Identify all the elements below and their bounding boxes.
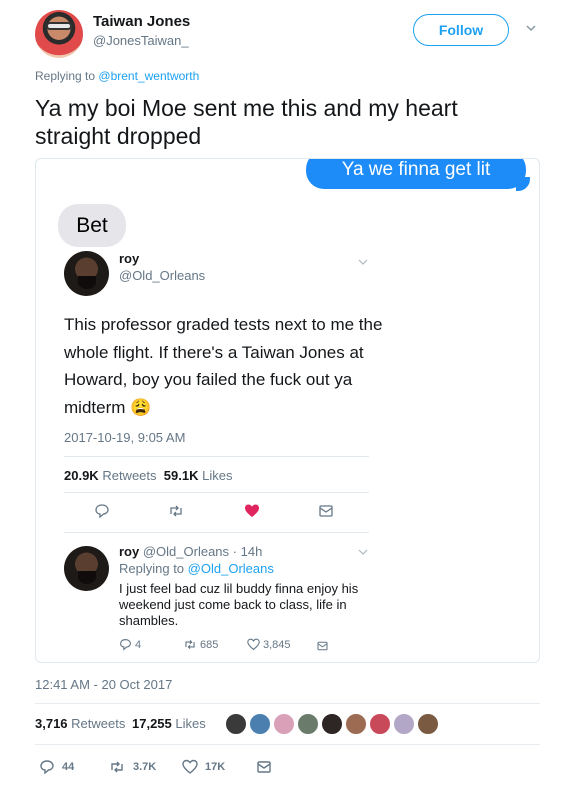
reply-count: 44	[62, 761, 75, 773]
reply-author-avatar	[64, 546, 109, 591]
retweets-count: 3,716	[35, 716, 68, 731]
heart-icon	[245, 504, 259, 517]
retweet-icon	[185, 640, 195, 649]
liker-avatar[interactable]	[272, 712, 296, 736]
quoted-author-name: roy	[119, 251, 140, 266]
retweet-icon	[170, 505, 182, 517]
direct-message-icon	[257, 761, 271, 773]
sunglasses-graphic	[46, 22, 72, 30]
like-action[interactable]: 17K	[182, 759, 225, 775]
reply-like-count: 3,845	[263, 638, 291, 651]
retweets-label: Retweets	[71, 716, 126, 731]
divider	[64, 456, 369, 457]
quoted-likes-label: Likes	[202, 468, 233, 483]
retweets-stat[interactable]: 3,716 Retweets	[35, 716, 125, 731]
reply-time: · 14h	[232, 544, 263, 559]
reply-like-action: 3,845	[247, 638, 291, 651]
replying-prefix: Replying to	[35, 69, 96, 83]
quoted-tweet-body: This professor graded tests next to me t…	[64, 315, 383, 417]
reply-author-name: roy	[119, 544, 140, 559]
author-avatar[interactable]	[35, 10, 83, 58]
direct-message-action[interactable]	[256, 759, 272, 775]
chevron-down-icon	[358, 259, 368, 265]
follow-button[interactable]: Follow	[413, 14, 509, 46]
reply-reply-action: 4	[119, 638, 141, 651]
tweet-text: Ya my boi Moe sent me this and my heart …	[35, 95, 458, 149]
liker-avatar[interactable]	[320, 712, 344, 736]
reply-icon	[40, 760, 54, 775]
imessage-sent-bubble: Ya we finna get lit	[306, 159, 526, 189]
reply-author-line: roy @Old_Orleans · 14h	[119, 544, 262, 559]
author-handle[interactable]: @JonesTaiwan_	[93, 33, 189, 48]
quoted-retweets-label: Retweets	[102, 468, 157, 483]
liker-avatar[interactable]	[416, 712, 440, 736]
liker-avatar[interactable]	[248, 712, 272, 736]
retweet-count: 3.7K	[133, 761, 157, 773]
chevron-down-icon[interactable]	[525, 22, 537, 34]
reply-icon	[95, 504, 109, 519]
likes-count: 17,255	[132, 716, 172, 731]
quoted-tweet-text: This professor graded tests next to me t…	[64, 311, 384, 421]
likers-avatars	[224, 712, 440, 736]
direct-message-icon	[317, 641, 328, 651]
quoted-likes-count: 59.1K	[163, 468, 199, 483]
liker-avatar[interactable]	[368, 712, 392, 736]
quoted-tweet-stats: 20.9K Retweets 59.1K Likes	[64, 468, 232, 483]
reply-retweet-action: 685	[183, 638, 218, 651]
like-count: 17K	[205, 761, 226, 773]
heart-outline-icon	[182, 759, 198, 774]
chevron-down-icon	[358, 549, 368, 555]
reply-icon	[120, 639, 131, 651]
liker-avatar[interactable]	[344, 712, 368, 736]
liker-avatar[interactable]	[296, 712, 320, 736]
tweet-media-image[interactable]: Ya we finna get lit Bet roy @Old_Orleans…	[35, 158, 540, 663]
author-name[interactable]: Taiwan Jones	[93, 13, 190, 30]
liker-avatar[interactable]	[392, 712, 416, 736]
replying-to: Replying to @brent_wentworth	[35, 69, 199, 83]
retweet-action[interactable]: 3.7K	[108, 759, 156, 775]
reply-text: I just feel bad cuz lil buddy finna enjo…	[119, 581, 359, 628]
reply-retweet-count: 685	[200, 638, 219, 651]
liker-avatar[interactable]	[224, 712, 248, 736]
reply-author-handle: @Old_Orleans	[142, 544, 230, 559]
replying-handle-link[interactable]: @brent_wentworth	[98, 69, 199, 83]
retweet-icon	[111, 761, 123, 773]
likes-stat[interactable]: 17,255 Likes	[132, 716, 206, 731]
quoted-author-avatar	[64, 251, 109, 296]
reply-replying-handle: @Old_Orleans	[187, 561, 274, 576]
divider	[64, 492, 369, 493]
divider	[35, 744, 540, 745]
reply-replying-to: Replying to @Old_Orleans	[119, 561, 274, 576]
divider	[35, 703, 540, 704]
heart-outline-icon	[247, 638, 260, 651]
imessage-received-bubble: Bet	[58, 204, 126, 247]
direct-message-icon	[319, 505, 333, 517]
reply-action[interactable]: 44	[39, 759, 74, 775]
quoted-author-handle: @Old_Orleans	[119, 268, 206, 283]
weary-face-emoji: 😩	[130, 397, 152, 417]
quoted-tweet-timestamp: 2017-10-19, 9:05 AM	[64, 430, 186, 445]
reply-replying-prefix: Replying to	[119, 561, 185, 576]
likes-label: Likes	[175, 716, 206, 731]
reply-reply-count: 4	[135, 638, 142, 651]
divider	[64, 532, 369, 533]
tweet-timestamp[interactable]: 12:41 AM - 20 Oct 2017	[35, 677, 172, 692]
quoted-retweets-count: 20.9K	[64, 468, 99, 483]
